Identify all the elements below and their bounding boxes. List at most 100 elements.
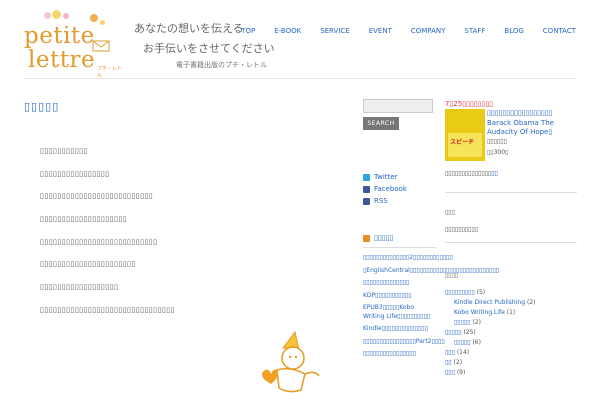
promo-price: ▯▯300▯	[487, 149, 509, 156]
category-label: ▯▯▯▯▯	[454, 319, 471, 326]
page-title: ▯▯▯▯▯	[24, 100, 60, 113]
nav-top[interactable]: TOP	[241, 27, 255, 35]
rss-link[interactable]: RSS	[363, 195, 407, 207]
category-count: (2)	[453, 359, 463, 366]
rss-icon	[363, 197, 370, 205]
logo-dot	[90, 14, 98, 22]
rss-item[interactable]: ▯EnglishCentral▯▯▯▯▯▯▯▯▯▯▯▯▯▯▯▯▯▯▯▯▯▯▯▯▯…	[363, 267, 499, 276]
book-cover[interactable]: スピーチ	[445, 109, 485, 161]
nav-staff[interactable]: STAFF	[464, 27, 485, 35]
category-item[interactable]: Kobo Writing Life (1)	[445, 308, 535, 318]
search-button[interactable]: SEARCH	[363, 117, 399, 130]
site-header: petite lettre プチ・レトル あなたの想いを伝える お手伝いをさせて…	[0, 0, 600, 79]
site-logo[interactable]: petite lettre プチ・レトル	[22, 10, 122, 79]
tags-heading: ▯▯▯	[445, 209, 455, 216]
category-item[interactable]: ▯▯ (2)	[445, 358, 535, 368]
right-sidebar: 7▯25▯▯▯▯▯▯▯▯ スピーチ ▯▯▯▯▯▯▯▯▯▯▯▯▯▯▯▯▯ Bara…	[445, 99, 577, 376]
content-line: ▯▯▯▯▯▯▯▯▯▯▯	[40, 147, 88, 155]
site-description: 電子書籍出版のプチ・レトル	[176, 61, 267, 69]
content-line: ▯▯▯▯▯▯▯▯▯▯▯▯▯▯▯▯▯▯▯▯	[40, 215, 128, 224]
tags-text: ▯▯▯▯▯▯▯▯▯▯	[445, 226, 479, 233]
promo-heading: 7▯25▯▯▯▯▯▯▯▯	[445, 100, 494, 108]
category-label: ▯▯▯▯▯▯▯▯▯	[445, 289, 475, 296]
category-item[interactable]: ▯▯▯ (14)	[445, 348, 535, 358]
rss-item[interactable]: KDP▯▯▯▯▯▯▯▯▯▯▯	[363, 292, 436, 301]
twitter-icon	[363, 173, 370, 181]
nav-blog[interactable]: BLOG	[504, 27, 523, 35]
search-widget: SEARCH	[363, 99, 435, 130]
logo-subtitle: プチ・レトル	[97, 66, 123, 79]
facebook-label: Facebook	[374, 185, 407, 193]
promo-note-text: ▯▯▯▯▯▯▯▯▯▯▯▯▯▯	[445, 170, 492, 177]
rss-heading[interactable]: ▯▯▯▯▯	[363, 233, 436, 243]
category-item[interactable]: ▯▯▯▯▯ (2)	[445, 318, 535, 328]
categories-heading: ▯▯▯▯	[445, 272, 459, 279]
facebook-link[interactable]: Facebook	[363, 183, 407, 195]
logo-dot	[44, 12, 51, 19]
category-label: Kindle Direct Publishing	[454, 299, 526, 306]
category-count: (1)	[506, 309, 516, 316]
rss-item[interactable]: ▯▯▯▯▯▯▯▯▯▯▯▯▯▯2▯▯▯▯▯▯▯▯▯▯▯▯	[363, 254, 453, 263]
logo-text-line2: lettre	[28, 47, 96, 73]
rss-label: RSS	[374, 197, 388, 205]
category-count: (6)	[472, 339, 481, 346]
tagline-line2: お手伝いをさせてください	[143, 42, 275, 55]
category-count: (9)	[456, 369, 466, 376]
search-input[interactable]	[363, 99, 433, 113]
category-count: (2)	[472, 319, 481, 326]
divider	[445, 242, 577, 243]
content-line: ▯▯▯▯▯▯▯▯▯▯▯▯▯▯▯▯	[40, 169, 110, 178]
logo-dot	[63, 13, 69, 19]
content-line: ▯▯▯▯▯▯▯▯▯▯▯▯▯▯▯▯▯▯▯▯▯▯▯▯▯▯▯	[40, 237, 158, 246]
nav-service[interactable]: SERVICE	[320, 27, 350, 35]
category-item[interactable]: ▯▯▯▯▯▯▯▯▯ (5)	[445, 288, 535, 298]
twitter-link[interactable]: Twitter	[363, 171, 407, 183]
facebook-icon	[363, 185, 370, 193]
logo-text-line1: petite	[24, 23, 95, 49]
nav-company[interactable]: COMPANY	[411, 27, 446, 35]
tagline-line1: あなたの想いを伝える	[134, 22, 244, 35]
category-label: ▯▯	[445, 359, 452, 366]
category-count: (5)	[476, 289, 486, 296]
rss-item[interactable]: ▯▯▯▯▯▯▯▯▯▯▯▯▯▯▯▯	[363, 350, 436, 359]
category-count: (14)	[456, 349, 470, 356]
main-content: ▯▯▯▯▯▯▯▯▯▯▯ ▯▯▯▯▯▯▯▯▯▯▯▯▯▯▯▯ ▯▯▯▯▯▯▯▯▯▯▯…	[40, 147, 175, 329]
nav-ebook[interactable]: E-BOOK	[274, 27, 301, 35]
content-line: ▯▯▯▯▯▯▯▯▯▯▯▯▯▯▯▯▯▯	[40, 283, 119, 292]
category-label: ▯▯▯	[445, 349, 455, 356]
content-line: ▯▯▯▯▯▯▯▯▯▯▯▯▯▯▯▯▯▯▯▯▯▯	[40, 260, 136, 269]
twitter-label: Twitter	[374, 173, 398, 181]
promo-note: ▯▯▯▯▯▯▯▯▯▯▯▯▯▯▯▯	[445, 170, 498, 177]
header-divider	[24, 78, 576, 79]
divider	[363, 247, 436, 248]
rss-item[interactable]: ▯▯▯▯▯▯▯▯▯▯▯▯▯▯	[363, 279, 436, 288]
promo-author: ▯▯▯▯▯▯	[487, 138, 507, 145]
nav-event[interactable]: EVENT	[369, 27, 392, 35]
rss-item[interactable]: ▯▯▯▯▯▯▯▯▯▯▯▯▯▯▯▯Part2▯▯▯▯	[363, 338, 445, 347]
social-links: Twitter Facebook RSS	[363, 171, 407, 207]
nav-contact[interactable]: CONTACT	[543, 27, 576, 35]
logo-dot	[100, 20, 105, 25]
category-label: ▯▯▯▯▯	[445, 329, 462, 336]
rss-feed-icon	[363, 234, 370, 242]
rss-feed-widget: ▯▯▯▯▯ ▯▯▯▯▯▯▯▯▯▯▯▯▯▯2▯▯▯▯▯▯▯▯▯▯▯▯ ▯Engli…	[363, 233, 499, 363]
main-nav: TOP E-BOOK SERVICE EVENT COMPANY STAFF B…	[241, 27, 576, 35]
book-cover-text: スピーチ	[450, 139, 475, 146]
rss-item[interactable]: Kindle▯▯▯▯▯▯▯▯▯▯▯▯▯▯	[363, 325, 436, 334]
category-count: (25)	[463, 329, 476, 336]
divider	[445, 192, 577, 193]
rss-item[interactable]: EPUB3▯▯▯▯▯Kobo Writing Life▯▯▯▯▯▯▯▯▯▯	[363, 304, 436, 321]
category-item[interactable]: ▯▯▯▯▯ (6)	[445, 338, 535, 348]
logo-dot	[52, 10, 61, 19]
content-line: ▯▯▯▯▯▯▯▯▯▯▯▯▯▯▯▯▯▯▯▯▯▯▯▯▯▯	[40, 192, 154, 201]
mascot-illustration	[262, 330, 320, 393]
promo-note-link[interactable]: ▯▯	[491, 170, 498, 177]
category-item[interactable]: ▯▯▯▯▯ (25)	[445, 328, 535, 338]
category-list: ▯▯▯▯▯▯▯▯▯ (5) Kindle Direct Publishing (…	[445, 288, 535, 378]
content-line: ▯▯▯▯▯▯▯▯▯▯▯▯▯▯▯▯▯▯▯▯▯▯▯▯▯▯▯▯▯▯▯	[40, 305, 175, 314]
promo-book-title[interactable]: ▯▯▯▯▯▯▯▯▯▯▯▯▯▯▯▯▯ Barack Obama The Audac…	[487, 109, 577, 138]
category-label: ▯▯▯▯▯	[454, 339, 471, 346]
category-item[interactable]: ▯▯▯ (9)	[445, 368, 535, 378]
category-item[interactable]: Kindle Direct Publishing (2)	[445, 298, 535, 308]
category-count: (2)	[526, 299, 536, 306]
